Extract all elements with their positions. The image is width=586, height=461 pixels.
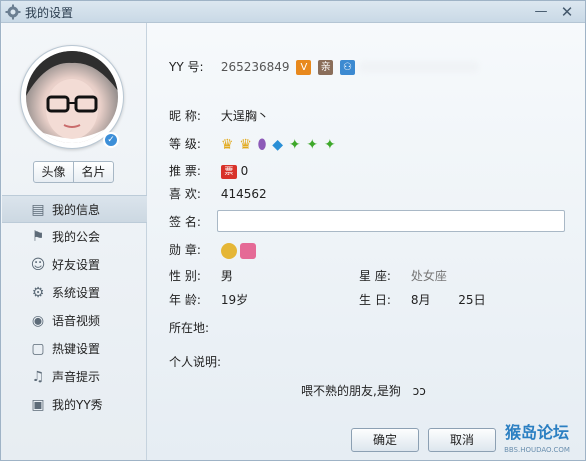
level-row: 等 级: ♛ ♛ ⬮ ◆ ✦ ✦ ✦ [169,135,338,153]
recommend-label: 推 票: [169,164,201,178]
vip-badge-icon[interactable]: V [296,60,312,75]
sidebar-item-label: 好友设置 [52,258,101,272]
yy-number-label: YY 号: [169,60,204,74]
crown-icon: ♛ [239,136,252,153]
burger-medal-icon[interactable] [220,242,237,259]
birthday-label: 生 日: [359,293,391,307]
avatar-image [26,51,118,143]
gear-icon: ⚙ [31,285,45,301]
user-badge-icon[interactable]: ⚇ [340,60,356,75]
likes-row: 喜 欢: 414562 [169,185,267,203]
signature-row: 签 名: [169,213,217,231]
sidebar-item-label: 热键设置 [52,342,101,356]
music-note-icon: ♫ [31,369,45,385]
tab-card[interactable]: 名片 [73,162,113,182]
sidebar-item-my-info[interactable]: ▤ 我的信息 [2,195,147,223]
birthday-day: 25日 [458,293,486,307]
leaf-icon: ✦ [288,136,301,153]
eggplant-icon: ⬮ [257,136,267,153]
sidebar-item-friends[interactable]: ☺ 好友设置 [2,251,147,279]
wardrobe-icon: ▣ [31,397,45,413]
sidebar-nav: ▤ 我的信息 ⚑ 我的公会 ☺ 好友设置 ⚙ 系统设置 ◉ 语音视频 ▢ 热键设… [2,195,147,419]
bio-label: 个人说明: [169,355,222,369]
book-medal-icon[interactable] [239,242,256,259]
sidebar-item-my-guild[interactable]: ⚑ 我的公会 [2,223,147,251]
nickname-label: 昵 称: [169,109,201,123]
sidebar-item-sound[interactable]: ♫ 声音提示 [2,363,147,391]
settings-window: 我的设置 — ✕ ✓ 头像 名片 ▤ 我的信息 ⚑ 我的公会 ☺ 好友设置 ⚙ … [0,0,586,461]
title-bar[interactable]: 我的设置 — ✕ [1,1,585,23]
zodiac-row: 星 座: 处女座 [359,267,447,285]
sidebar-item-label: 声音提示 [52,370,101,384]
relation-badge-icon[interactable]: 亲 [318,60,334,75]
redacted-area [359,61,479,73]
signature-input[interactable] [217,210,565,232]
sidebar-item-label: 我的信息 [52,203,101,217]
minimize-button[interactable]: — [531,3,551,21]
friends-icon: ☺ [30,257,46,273]
watermark-sub: BBS.HOUDAO.COM [504,446,570,454]
leaf-icon: ✦ [323,136,336,153]
yy-number-row: YY 号: 265236849 V 亲 ⚇ [169,58,356,76]
zodiac-label: 星 座: [359,269,391,283]
age-label: 年 龄: [169,293,201,307]
ticket-icon: 票 [220,164,237,179]
medal-label: 勋 章: [169,243,201,257]
age-row: 年 龄: 19岁 [169,291,248,309]
sidebar: ✓ 头像 名片 ▤ 我的信息 ⚑ 我的公会 ☺ 好友设置 ⚙ 系统设置 ◉ 语音… [2,23,147,460]
location-label: 所在地: [169,321,210,335]
yy-number-value: 265236849 [220,60,290,74]
tab-avatar[interactable]: 头像 [34,162,73,182]
location-row: 所在地: [169,319,213,337]
birthday-row: 生 日: 8月 25日 [359,291,486,309]
ok-button[interactable]: 确定 [351,428,419,452]
avatar-frame: ✓ [20,45,124,149]
sidebar-item-label: 系统设置 [52,286,101,300]
sidebar-item-label: 语音视频 [52,314,101,328]
gear-icon [5,4,21,20]
cancel-button[interactable]: 取消 [428,428,496,452]
avatar[interactable] [26,51,118,143]
sidebar-item-voice-video[interactable]: ◉ 语音视频 [2,307,147,335]
profile-card-icon: ▤ [31,202,45,218]
sidebar-item-yy-show[interactable]: ▣ 我的YY秀 [2,391,147,419]
headset-icon: ◉ [31,313,45,329]
likes-label: 喜 欢: [169,187,201,201]
gender-label: 性 别: [169,269,201,283]
sidebar-item-label: 我的公会 [52,230,101,244]
crown-icon: ♛ [220,136,234,153]
avatar-card-switch: 头像 名片 [33,161,114,183]
profile-panel: YY 号: 265236849 V 亲 ⚇ 昵 称: 大逞胸丶 等 级: ♛ ♛… [147,23,585,460]
nickname-row: 昵 称: 大逞胸丶 [169,107,269,125]
flag-icon: ⚑ [31,229,45,245]
close-button[interactable]: ✕ [557,3,577,21]
leaf-icon: ✦ [306,136,319,153]
watermark-logo: 猴岛论坛 BBS.HOUDAO.COM [489,420,585,460]
diamond-icon: ◆ [272,136,284,153]
level-label: 等 级: [169,137,201,151]
watermark-text: 猴岛论坛 [504,423,569,442]
gender-value: 男 [220,269,233,283]
signature-label: 签 名: [169,215,201,229]
medal-row: 勋 章: [169,241,256,259]
nickname-value: 大逞胸丶 [220,109,269,123]
zodiac-value: 处女座 [410,269,447,283]
recommend-row: 推 票: 票 0 [169,162,248,180]
age-value: 19岁 [220,293,249,307]
recommend-value: 0 [240,164,249,178]
sidebar-item-system[interactable]: ⚙ 系统设置 [2,279,147,307]
sidebar-item-label: 我的YY秀 [52,398,103,412]
verified-badge-icon: ✓ [103,132,119,148]
gender-row: 性 别: 男 [169,267,233,285]
bio-row: 喂不熟的朋友,是狗 ɔɔ [301,382,426,400]
bio-value: 喂不熟的朋友,是狗 [301,384,401,398]
birthday-month: 8月 [410,293,431,307]
bio-suffix: ɔɔ [412,384,426,398]
sidebar-item-hotkeys[interactable]: ▢ 热键设置 [2,335,147,363]
window-title: 我的设置 [25,6,74,20]
hotkey-icon: ▢ [31,341,45,357]
bio-label-row: 个人说明: [169,353,221,371]
likes-value: 414562 [220,187,267,201]
